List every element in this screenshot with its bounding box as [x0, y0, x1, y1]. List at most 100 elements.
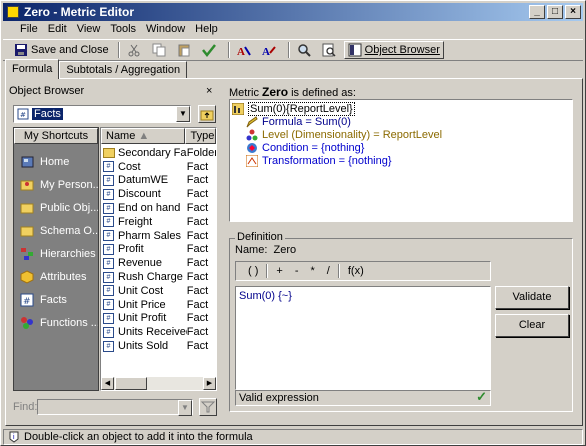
- list-item[interactable]: # Units Received Fact: [101, 325, 216, 339]
- menu-help[interactable]: Help: [190, 22, 223, 38]
- scroll-thumb[interactable]: [115, 377, 147, 390]
- metric-icon: [232, 102, 244, 115]
- filter-button[interactable]: [199, 398, 217, 416]
- copy-icon: [152, 43, 166, 57]
- list-item[interactable]: # Cost Fact: [101, 160, 216, 174]
- shortcut-functions[interactable]: Functions ...: [14, 311, 98, 334]
- cut-button[interactable]: [124, 41, 147, 59]
- list-item[interactable]: # Revenue Fact: [101, 256, 216, 270]
- tree-condition-label: Condition = {nothing}: [262, 141, 365, 154]
- object-browser-close-button[interactable]: ×: [206, 85, 212, 97]
- search-button[interactable]: [294, 41, 317, 59]
- fact-icon: #: [103, 161, 114, 173]
- minimize-button[interactable]: _: [529, 5, 545, 19]
- list-item-name: Unit Profit: [118, 312, 167, 325]
- parentheses-button[interactable]: ( ): [242, 265, 264, 277]
- name-label: Name: Zero: [235, 244, 297, 256]
- list-item[interactable]: # Rush Charge Fact: [101, 270, 216, 284]
- list-item-name: Profit: [118, 243, 144, 256]
- find-input[interactable]: ▼: [37, 399, 193, 416]
- list-item[interactable]: # Unit Cost Fact: [101, 284, 216, 298]
- tree-transformation-label: Transformation = {nothing}: [262, 154, 392, 167]
- validation-status-text: Valid expression: [239, 392, 319, 404]
- list-item-type: Fact: [186, 243, 209, 256]
- object-browser-button[interactable]: Object Browser: [343, 41, 444, 59]
- menu-view[interactable]: View: [72, 22, 106, 38]
- column-header-name[interactable]: Name ▲: [101, 128, 186, 144]
- scroll-left-icon[interactable]: ◀: [101, 377, 114, 390]
- close-button[interactable]: ×: [565, 5, 581, 19]
- chevron-down-icon[interactable]: ▼: [176, 106, 190, 122]
- tab-formula[interactable]: Formula: [5, 59, 60, 79]
- validate-toolbar-button[interactable]: [199, 41, 222, 59]
- list-item-type: Fact: [186, 326, 209, 339]
- minus-button[interactable]: -: [289, 265, 305, 277]
- scroll-right-icon[interactable]: ▶: [203, 377, 216, 390]
- toolbar: Save and Close A A Object Browser: [3, 39, 583, 61]
- fact-icon: #: [103, 326, 114, 338]
- clear-button[interactable]: Clear: [495, 314, 569, 337]
- shortcut-home[interactable]: Home: [14, 150, 98, 173]
- shortcut-public-objects[interactable]: Public Obj...: [14, 196, 98, 219]
- tree-root[interactable]: Sum(0){ReportLevel}: [232, 101, 570, 116]
- metric-tree: Sum(0){ReportLevel} Formula = Sum(0) Lev…: [229, 99, 573, 222]
- title-bar: Zero - Metric Editor _ □ ×: [3, 3, 583, 21]
- tab-subtotals-aggregation[interactable]: Subtotals / Aggregation: [59, 61, 188, 79]
- shortcut-attributes[interactable]: Attributes: [14, 265, 98, 288]
- copy-button[interactable]: [149, 41, 172, 59]
- shortcut-my-personal[interactable]: My Person...: [14, 173, 98, 196]
- preview-button[interactable]: [319, 41, 342, 59]
- find-replace-button[interactable]: A: [259, 41, 282, 59]
- metric-name: Zero: [262, 85, 289, 99]
- tree-level[interactable]: Level (Dimensionality) = ReportLevel: [232, 128, 570, 141]
- plus-button[interactable]: +: [270, 265, 288, 277]
- list-item[interactable]: # Unit Profit Fact: [101, 312, 216, 326]
- column-header-type[interactable]: Type: [185, 128, 216, 144]
- expression-editor[interactable]: Sum(0) {~}: [235, 286, 491, 390]
- list-item[interactable]: Secondary FactsFolder: [101, 146, 216, 160]
- object-browser-icon: [348, 43, 362, 57]
- list-item[interactable]: # Discount Fact: [101, 187, 216, 201]
- save-and-close-button[interactable]: Save and Close: [11, 41, 112, 59]
- divide-button[interactable]: /: [321, 265, 336, 277]
- metric-editor-window: Zero - Metric Editor _ □ × File Edit Vie…: [0, 0, 586, 446]
- paste-button[interactable]: [174, 41, 197, 59]
- list-item[interactable]: # Unit Price Fact: [101, 298, 216, 312]
- list-item[interactable]: # Units Sold Fact: [101, 339, 216, 353]
- shortcut-hierarchies[interactable]: Hierarchies: [14, 242, 98, 265]
- menu-file[interactable]: File: [15, 22, 43, 38]
- validate-button[interactable]: Validate: [495, 286, 569, 309]
- menu-edit[interactable]: Edit: [43, 22, 72, 38]
- list-item[interactable]: # Freight Fact: [101, 215, 216, 229]
- parent-folder-button[interactable]: [198, 105, 216, 123]
- svg-text:#: #: [23, 297, 31, 307]
- list-item[interactable]: # End on hand Fact: [101, 201, 216, 215]
- list-item-name: Cost: [118, 160, 141, 173]
- fact-icon: #: [103, 202, 114, 214]
- tree-condition[interactable]: Condition = {nothing}: [232, 141, 570, 154]
- tree-formula[interactable]: Formula = Sum(0): [232, 115, 570, 128]
- menu-tools[interactable]: Tools: [105, 22, 141, 38]
- maximize-button[interactable]: □: [547, 5, 563, 19]
- checkmark-icon: [201, 44, 216, 57]
- shortcut-facts[interactable]: # Facts: [14, 288, 98, 311]
- folder-select[interactable]: # Facts ▼: [13, 105, 191, 123]
- multiply-button[interactable]: *: [305, 265, 321, 277]
- list-item-name: End on hand: [118, 202, 181, 215]
- list-item-name: Units Sold: [118, 340, 169, 353]
- fact-icon: #: [103, 243, 114, 255]
- shortcuts-header[interactable]: My Shortcuts: [14, 128, 98, 144]
- list-item[interactable]: # Profit Fact: [101, 243, 216, 257]
- object-browser-title: Object Browser: [9, 85, 85, 97]
- expression-text: Sum(0) {~}: [239, 290, 292, 302]
- function-button[interactable]: f(x): [342, 265, 370, 277]
- valid-checkmark-icon: ✓: [476, 389, 487, 404]
- horizontal-scrollbar[interactable]: ◀ ▶: [101, 377, 216, 390]
- list-item[interactable]: # DatumWE Fact: [101, 174, 216, 188]
- shortcut-schema-objects[interactable]: Schema O...: [14, 219, 98, 242]
- format-button[interactable]: A: [234, 41, 257, 59]
- list-item[interactable]: # Pharm Sales Fact: [101, 229, 216, 243]
- chevron-down-icon[interactable]: ▼: [178, 400, 192, 416]
- tree-transformation[interactable]: Transformation = {nothing}: [232, 154, 570, 167]
- menu-window[interactable]: Window: [141, 22, 190, 38]
